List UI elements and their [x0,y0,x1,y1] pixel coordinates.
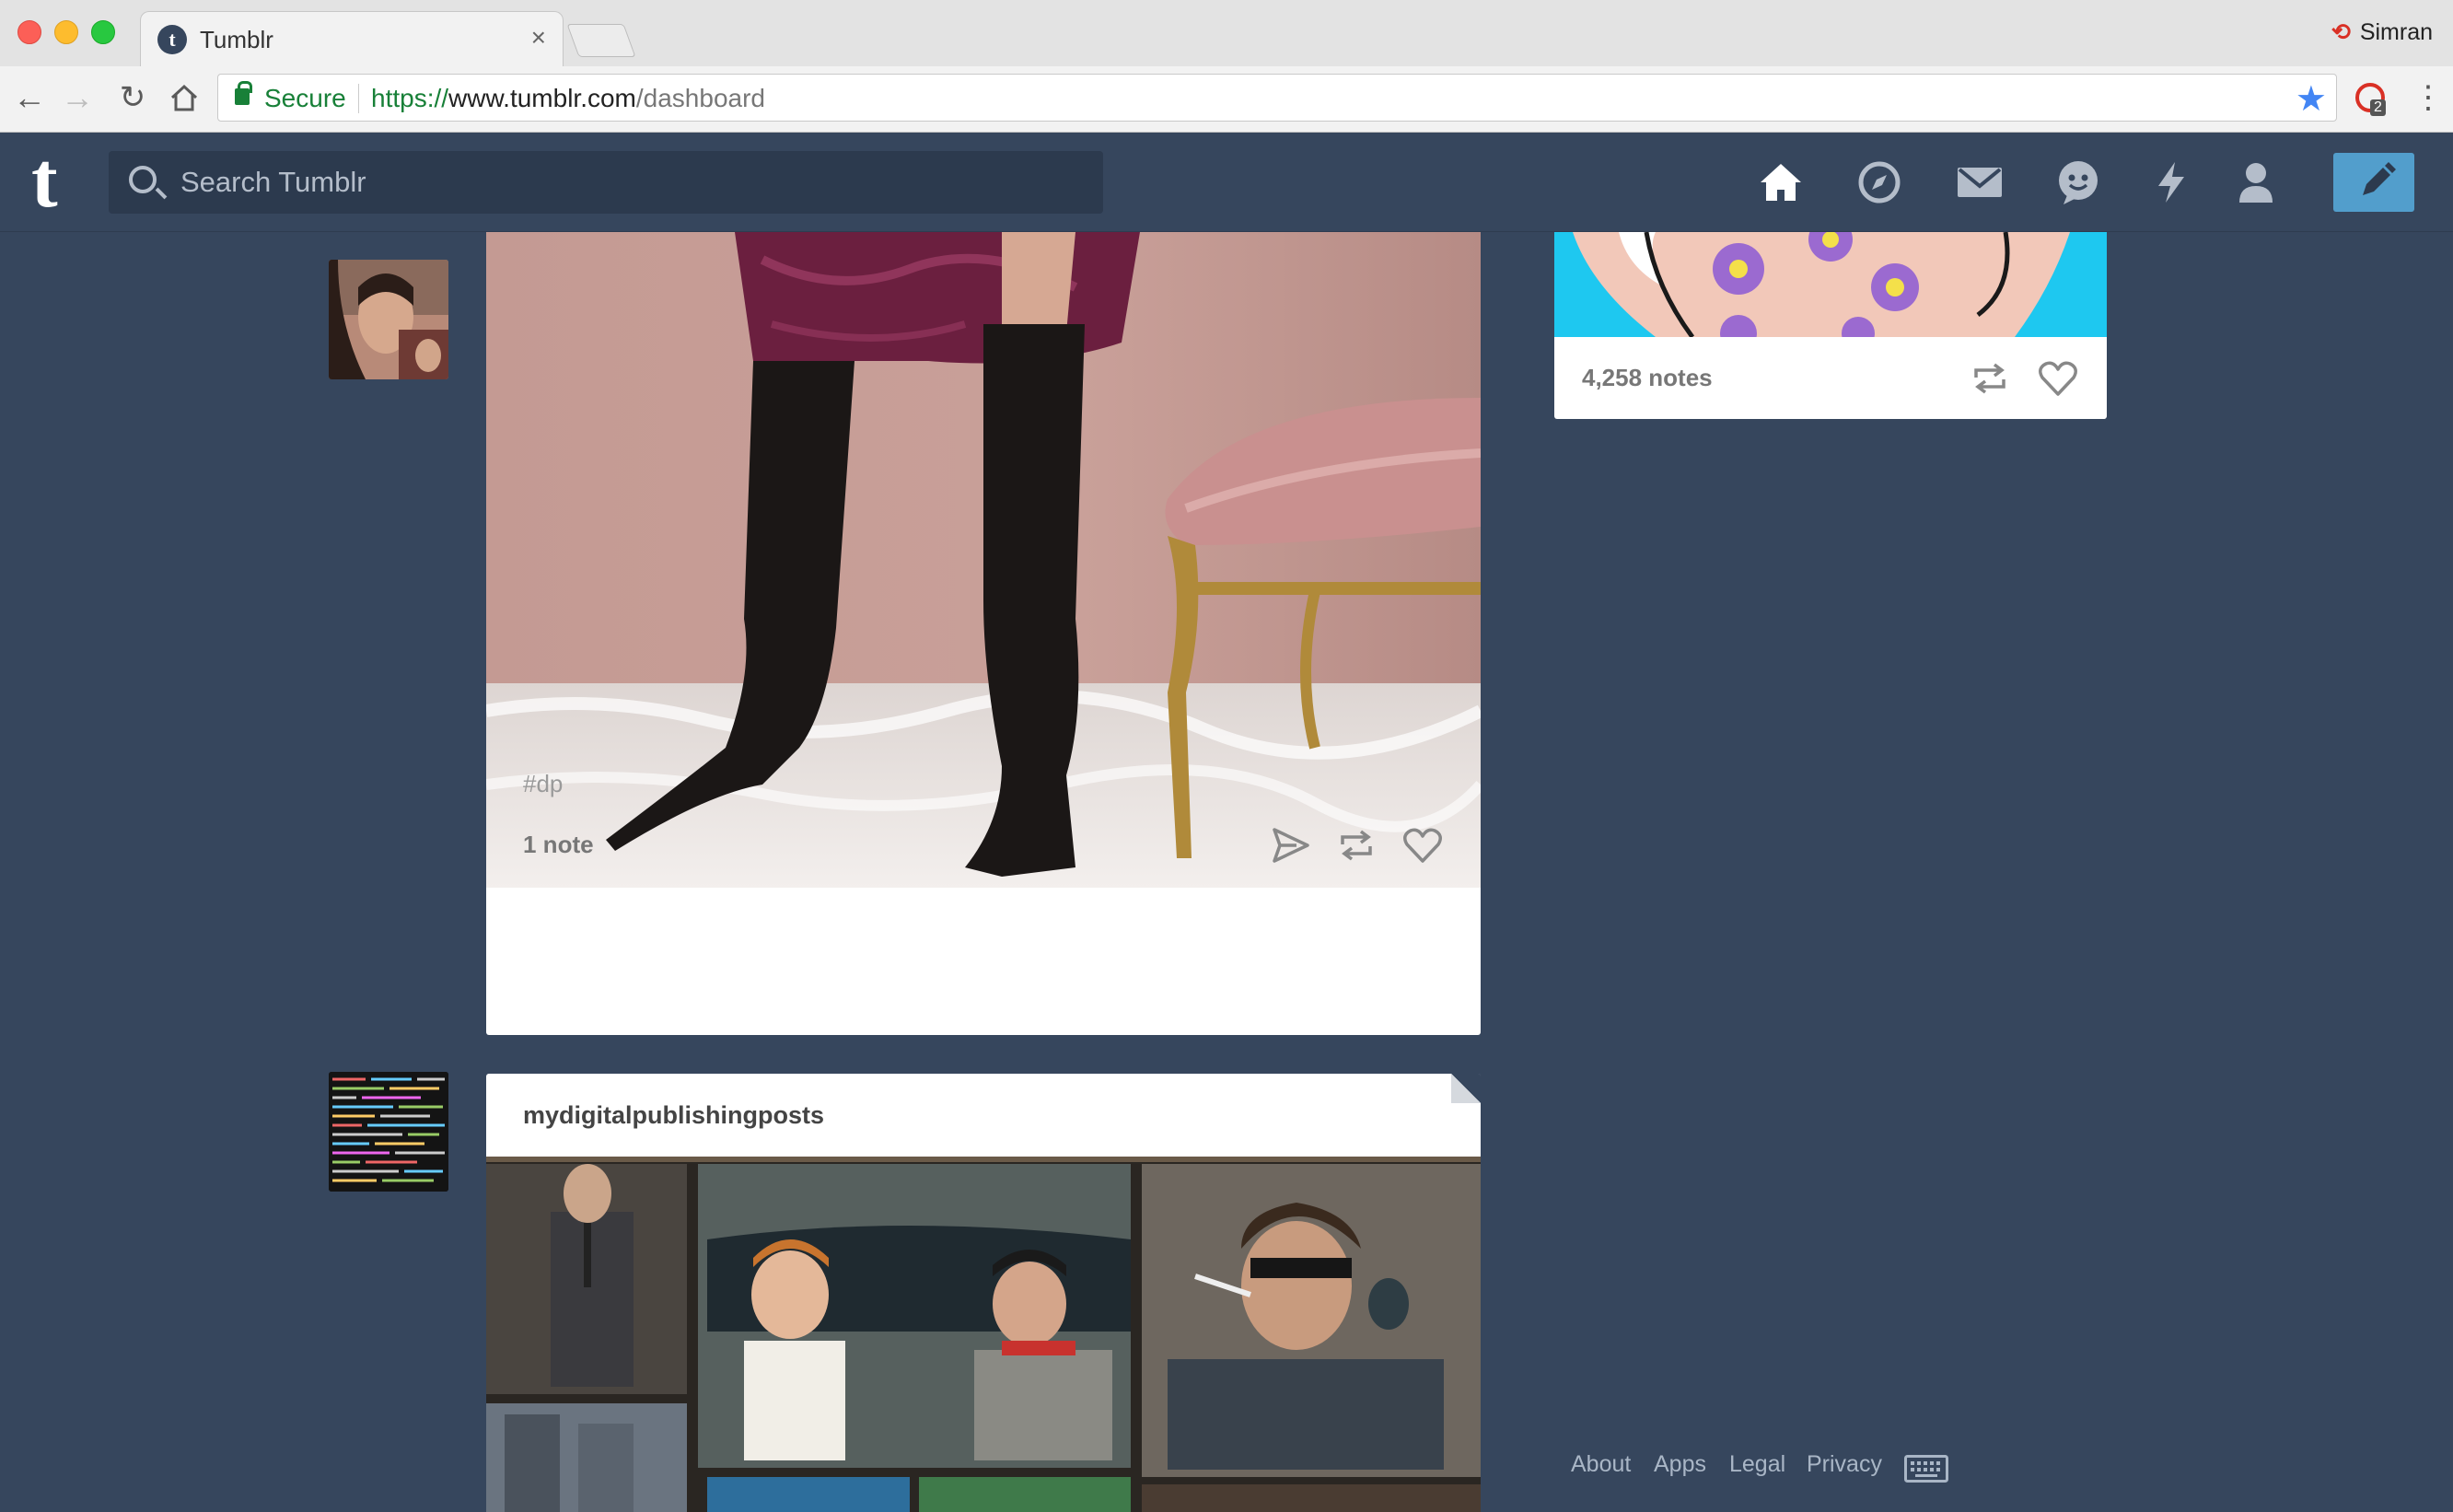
home-icon[interactable] [1755,157,1807,208]
home-button-icon[interactable] [166,79,203,116]
reblog-icon[interactable] [1335,824,1378,866]
browser-tab-bar: t Tumblr × ⟲ Simran [0,0,2453,66]
pencil-icon [2363,162,2396,195]
activity-icon[interactable] [2145,157,2197,208]
secure-label: Secure [264,84,346,112]
profile-name: Simran [2359,19,2433,45]
tumblr-favicon-icon: t [157,25,187,54]
account-icon[interactable] [2230,157,2282,208]
explore-icon[interactable] [1854,157,1905,208]
footer-link-legal[interactable]: Legal [1729,1451,1785,1478]
notes-count[interactable]: 1 note [523,831,594,859]
keyboard-icon[interactable] [1904,1455,1948,1483]
search-input[interactable] [179,164,1081,201]
post-tag[interactable]: #dp [523,770,563,798]
tab-title: Tumblr [200,26,273,53]
minimize-window-button[interactable] [54,20,78,44]
avatar-image [329,260,448,379]
post-photo[interactable] [486,232,1481,888]
footer-link-privacy[interactable]: Privacy [1807,1451,1882,1478]
tab-close-icon[interactable]: × [531,23,546,52]
sync-error-icon: ⟲ [2331,19,2351,45]
tumblr-logo[interactable]: t [31,140,58,219]
url-scheme: https:// [371,84,449,112]
post-photo[interactable] [486,1157,1481,1512]
profile-button[interactable]: ⟲ Simran [2331,18,2433,46]
forward-icon[interactable]: → [59,79,96,116]
radar-post-image[interactable] [1554,232,2107,337]
browser-tab[interactable]: t Tumblr × [140,11,564,66]
photo-post-card: #dp 1 note [486,232,1481,1035]
url-host: www.tumblr.com [448,84,636,112]
browser-toolbar: ← → ↻ Secure https://www.tumblr.com/dash… [0,66,2453,133]
url-path: /dashboard [635,84,765,112]
photo-post-card: mydigitalpublishingposts [486,1074,1481,1512]
reblog-icon[interactable] [1969,357,2011,400]
post-avatar[interactable] [329,1072,448,1192]
tumblr-header: t [0,133,2453,232]
messaging-icon[interactable] [2052,157,2104,208]
close-window-button[interactable] [17,20,41,44]
like-icon[interactable] [1401,824,1444,866]
footer-link-apps[interactable]: Apps [1654,1451,1706,1478]
lock-icon [235,81,252,105]
maximize-window-button[interactable] [91,20,115,44]
notes-count[interactable]: 4,258 notes [1582,364,1713,392]
extension-badge: 2 [2370,99,2386,116]
post-avatar[interactable] [329,260,448,379]
address-bar[interactable]: Secure https://www.tumblr.com/dashboard … [217,74,2337,122]
bookmark-star-icon[interactable]: ★ [2296,78,2327,120]
reload-icon[interactable]: ↻ [114,79,151,116]
blog-name[interactable]: mydigitalpublishingposts [523,1101,824,1130]
inbox-icon[interactable] [1954,157,2005,208]
radar-post-card: 4,258 notes [1554,232,2107,419]
footer-link-about[interactable]: About [1571,1451,1631,1478]
compose-button[interactable] [2333,153,2414,212]
url-text[interactable]: https://www.tumblr.com/dashboard [371,84,765,113]
code-avatar-image [329,1072,448,1192]
new-tab-button[interactable] [566,24,636,57]
back-icon[interactable]: ← [11,79,48,116]
post-fold-shadow [1451,1074,1481,1103]
share-icon[interactable] [1269,824,1311,866]
browser-menu-icon[interactable]: ⋮ [2412,79,2444,116]
omnibox-separator [358,84,359,113]
search-box[interactable] [109,151,1103,214]
search-icon [129,166,157,193]
like-icon[interactable] [2037,357,2079,400]
